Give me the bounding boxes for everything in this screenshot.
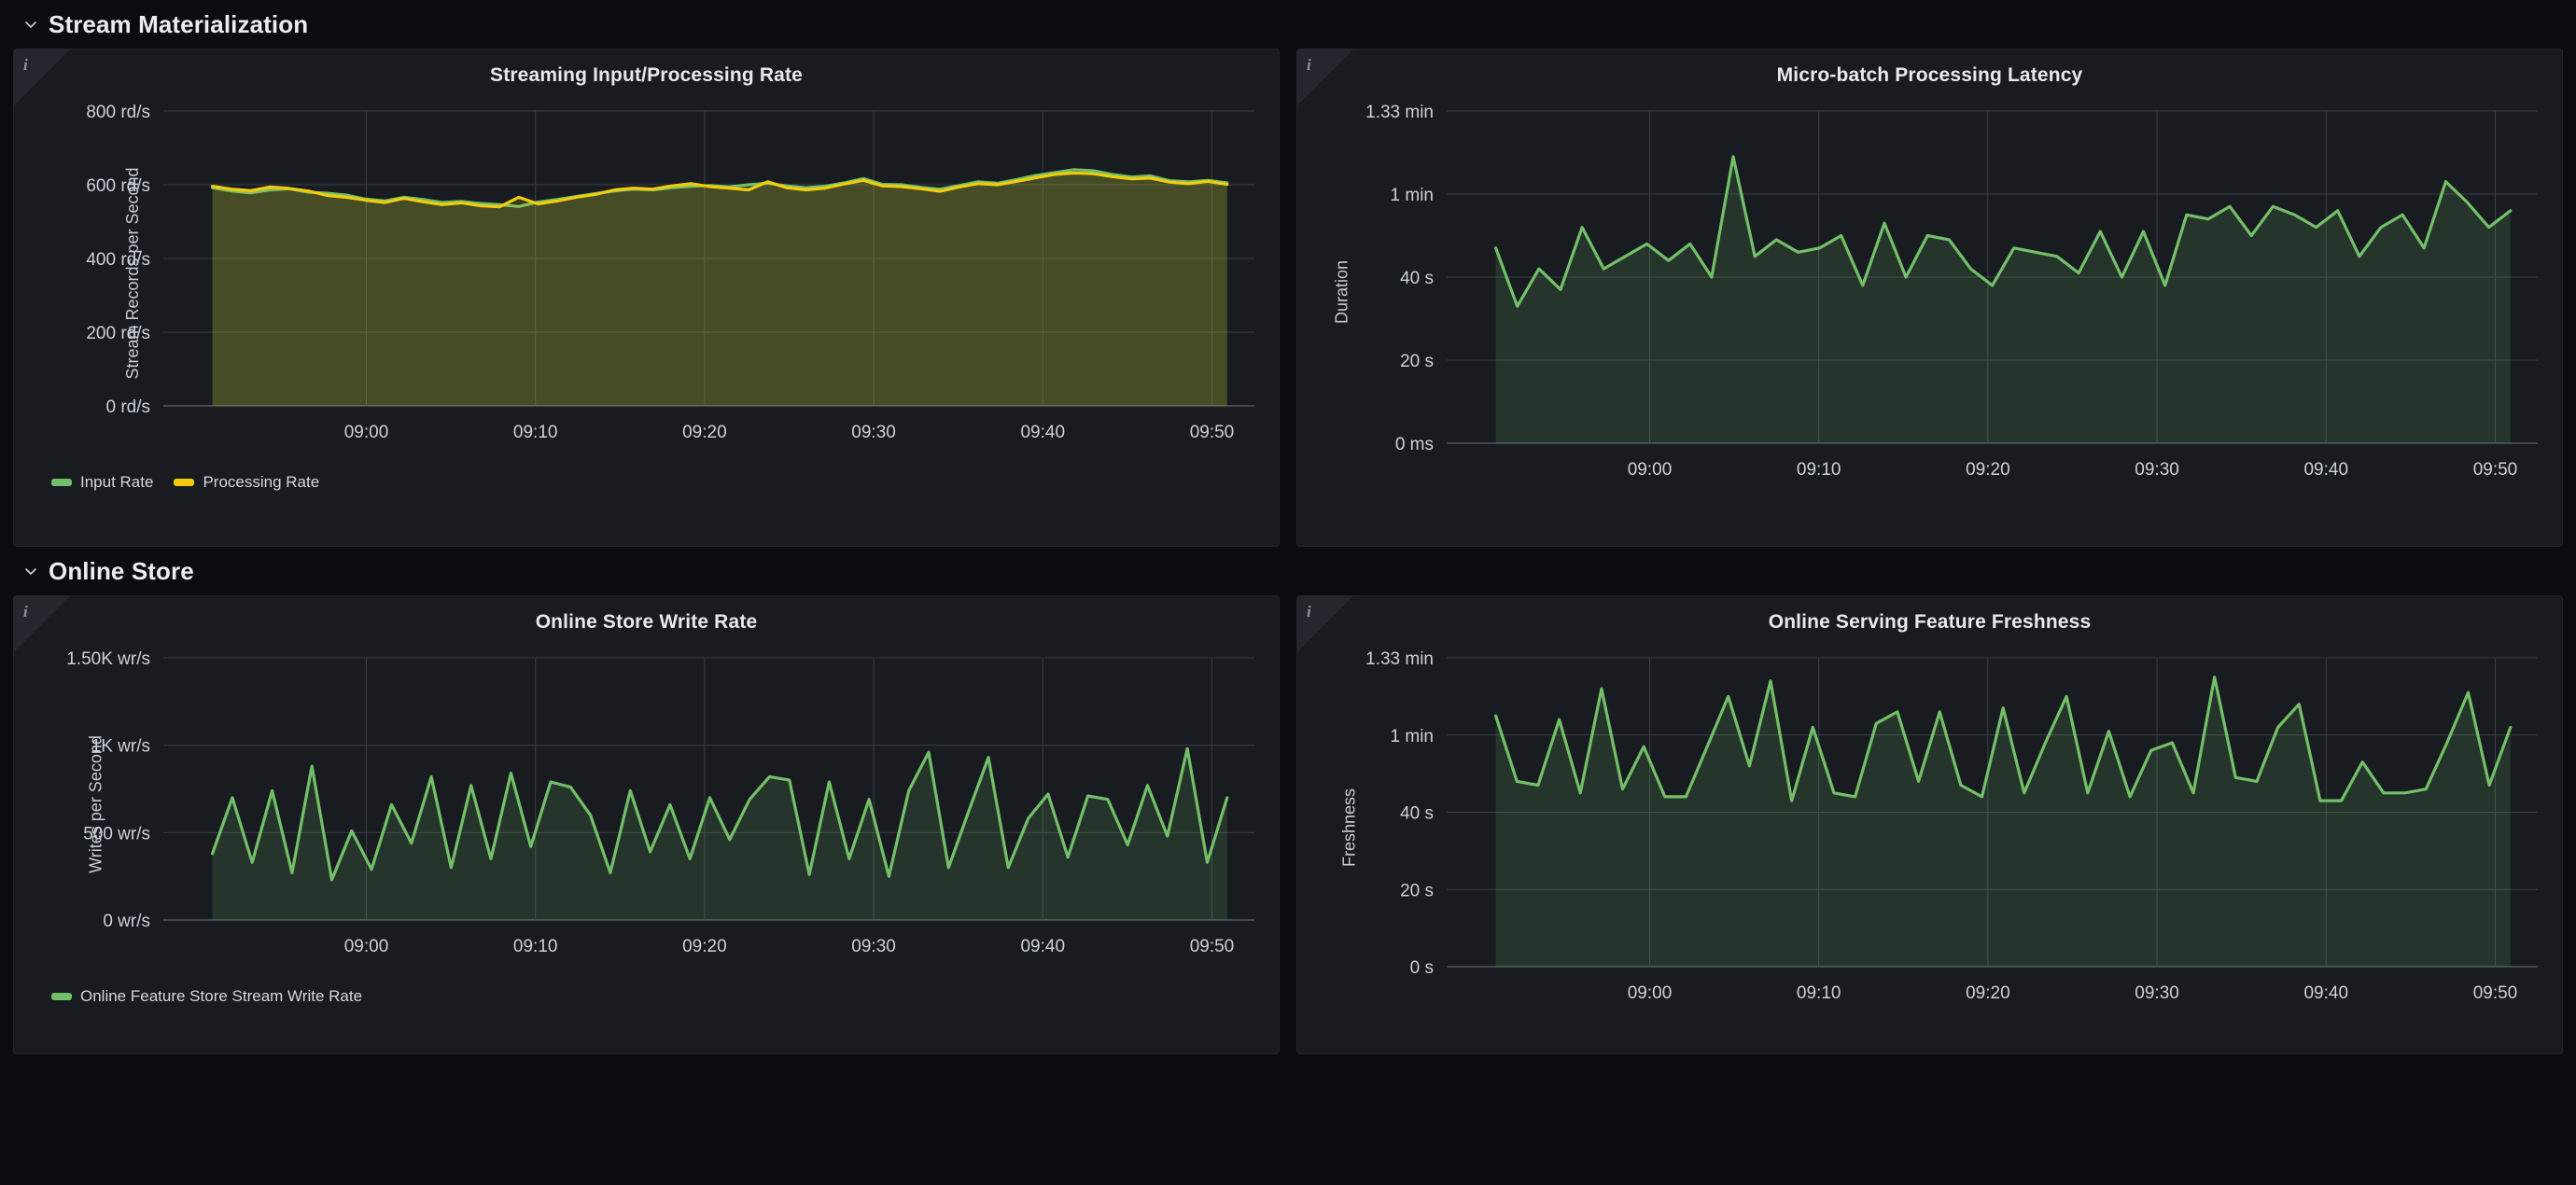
x-axis-tick-label: 09:30	[851, 423, 896, 442]
panel-corner-accent	[14, 49, 70, 105]
y-axis-tick-label: 20 s	[1400, 881, 1434, 900]
x-axis-tick-label: 09:20	[682, 937, 727, 956]
x-axis-tick-label: 09:40	[2303, 983, 2348, 1003]
info-icon[interactable]: i	[23, 57, 28, 73]
y-axis-tick-label: 1 min	[1391, 186, 1434, 205]
panel-corner-accent	[1297, 49, 1353, 105]
x-axis-tick-label: 09:00	[1628, 983, 1673, 1003]
y-axis-tick-label: 400 rd/s	[86, 250, 150, 270]
x-axis-tick-label: 09:20	[1966, 983, 2010, 1003]
legend-color-swatch	[51, 993, 72, 1000]
info-icon[interactable]: i	[1307, 57, 1311, 73]
x-axis-tick-label: 09:30	[2135, 460, 2179, 480]
y-axis-tick-label: 600 rd/s	[86, 176, 150, 196]
chevron-down-icon	[22, 16, 39, 33]
x-axis-tick-label: 09:30	[2135, 983, 2179, 1003]
section-header-online-store[interactable]: Online Store	[13, 547, 2563, 595]
legend-item[interactable]: Input Rate	[51, 473, 153, 492]
chevron-down-icon	[22, 563, 39, 579]
timeseries-chart[interactable]: 0 ms 20 s 40 s 1 min 1.33 min 09:00 09:10 09:20…	[1297, 87, 2562, 497]
x-axis-tick-label: 09:30	[851, 937, 896, 956]
panel-corner-accent	[1297, 596, 1353, 652]
plot-area[interactable]: Writes per Second 0 wr/s 500 wr/s 1K wr/s 1…	[14, 634, 1279, 974]
x-axis-tick-label: 09:20	[1966, 460, 2010, 480]
x-axis-tick-label: 09:20	[682, 423, 727, 442]
y-axis-tick-label: 0 s	[1410, 958, 1434, 978]
y-axis-tick-label: 1.33 min	[1365, 103, 1434, 122]
x-axis-tick-label: 09:10	[513, 937, 558, 956]
grafana-dashboard: Stream Materialization i Streaming Input…	[0, 0, 2576, 1185]
x-axis-tick-label: 09:50	[2473, 983, 2518, 1003]
y-axis-tick-label: 200 rd/s	[86, 324, 150, 343]
x-axis-tick-label: 09:00	[1628, 460, 1673, 480]
y-axis-tick-label: 0 ms	[1395, 435, 1434, 454]
panel-title: Micro-batch Processing Latency	[1776, 64, 2083, 86]
y-axis-tick-label: 500 wr/s	[83, 824, 150, 843]
y-axis-tick-label: 800 rd/s	[86, 103, 150, 122]
x-axis-tick-label: 09:40	[1020, 423, 1065, 442]
legend-label: Online Feature Store Stream Write Rate	[80, 987, 363, 1005]
y-axis-tick-label: 1 min	[1391, 727, 1434, 746]
panel-corner-accent	[14, 596, 70, 652]
x-axis-tick-label: 09:10	[1797, 983, 1841, 1003]
x-axis-tick-label: 09:50	[2473, 460, 2518, 480]
y-axis-tick-label: 20 s	[1400, 352, 1434, 371]
y-axis-tick-label: 1K wr/s	[91, 737, 150, 757]
panel-online-serving-feature-freshness: i Online Serving Feature Freshness Fresh…	[1296, 595, 2563, 1054]
y-axis-tick-label: 40 s	[1400, 804, 1434, 824]
panel-micro-batch-processing-latency: i Micro-batch Processing Latency Duratio…	[1296, 49, 2563, 547]
y-axis-tick-label: 0 wr/s	[103, 912, 150, 931]
section-title: Online Store	[49, 556, 194, 585]
x-axis-tick-label: 09:50	[1190, 423, 1235, 442]
legend-label: Input Rate	[80, 473, 154, 491]
panel-row-1: i Streaming Input/Processing Rate Stream…	[13, 49, 2563, 547]
panel-title: Streaming Input/Processing Rate	[490, 64, 803, 86]
legend: Online Feature Store Stream Write Rate	[14, 974, 1279, 1006]
plot-area[interactable]: Freshness 0 s 20 s 40 s1 min 1.33 min 09:00 0…	[1297, 634, 2562, 1021]
y-axis-tick-label: 40 s	[1400, 269, 1434, 288]
timeseries-chart[interactable]: 0 s 20 s 40 s 1 min 1.33 min 09:00 09:10 09:20 0…	[1297, 634, 2562, 1021]
x-axis-tick-label: 09:10	[513, 423, 558, 442]
panel-title: Online Serving Feature Freshness	[1768, 611, 2092, 633]
legend: Input Rate Processing Rate	[14, 460, 1279, 492]
legend-label: Processing Rate	[203, 473, 320, 491]
y-axis-tick-label: 1.33 min	[1365, 649, 1434, 669]
timeseries-chart[interactable]: 0 rd/s 200 rd/s 400 rd/s 600 rd/s 800 rd/s 09…	[14, 87, 1279, 460]
legend-color-swatch	[51, 479, 72, 486]
x-axis-tick-label: 09:00	[344, 423, 389, 442]
section-header-stream-materialization[interactable]: Stream Materialization	[13, 0, 2563, 49]
legend-color-swatch	[174, 479, 195, 486]
timeseries-chart[interactable]: 0 wr/s 500 wr/s 1K wr/s 1.50K wr/s 09:00 09:1…	[14, 634, 1279, 974]
info-icon[interactable]: i	[23, 604, 28, 620]
section-title: Stream Materialization	[49, 9, 309, 38]
legend-item[interactable]: Processing Rate	[174, 473, 319, 492]
y-axis-tick-label: 0 rd/s	[105, 397, 150, 417]
panel-online-store-write-rate: i Online Store Write Rate Writes per Sec…	[13, 595, 1280, 1054]
x-axis-tick-label: 09:50	[1190, 937, 1235, 956]
x-axis-tick-label: 09:40	[1020, 937, 1065, 956]
y-axis-tick-label: 1.50K wr/s	[66, 649, 150, 669]
panel-title: Online Store Write Rate	[535, 611, 758, 633]
legend-item[interactable]: Online Feature Store Stream Write Rate	[51, 987, 362, 1006]
panel-streaming-input-processing-rate: i Streaming Input/Processing Rate Stream…	[13, 49, 1280, 547]
x-axis-tick-label: 09:10	[1797, 460, 1841, 480]
x-axis-tick-label: 09:40	[2303, 460, 2348, 480]
info-icon[interactable]: i	[1307, 604, 1311, 620]
panel-row-2: i Online Store Write Rate Writes per Sec…	[13, 595, 2563, 1054]
plot-area[interactable]: Stream Records per Second 0 rd/s 200 rd/s…	[14, 87, 1279, 460]
plot-area[interactable]: Duration 0 ms 20 s 40 s1 min 1.33 min 09:00 0…	[1297, 87, 2562, 497]
x-axis-tick-label: 09:00	[344, 937, 389, 956]
